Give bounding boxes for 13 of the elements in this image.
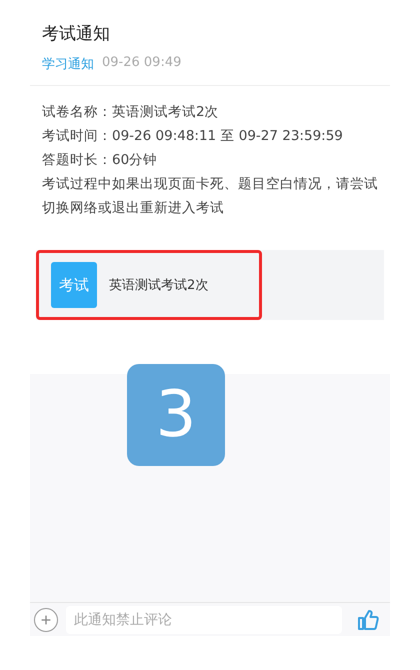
exam-badge: 考试: [51, 262, 97, 308]
attachment-name: 英语测试考试2次: [109, 277, 208, 294]
notice-title: 考试通知: [42, 23, 111, 45]
detail-line: 试卷名称：英语测试考试2次: [42, 103, 220, 122]
category-link[interactable]: 学习通知: [42, 55, 94, 73]
notice-time: 09-26 09:49: [102, 55, 182, 72]
plus-button[interactable]: +: [34, 608, 58, 632]
detail-line: 考试过程中如果出现页面卡死、题目空白情况，请尝试切换网络或退出重新进入考试: [42, 175, 378, 218]
step-marker: 3: [127, 364, 225, 466]
detail-line: 答题时长：60分钟: [42, 151, 158, 170]
thumbs-up-icon[interactable]: [356, 608, 380, 632]
detail-line: 考试时间：09-26 09:48:11 至 09-27 23:59:59: [42, 127, 344, 146]
attachment-card[interactable]: 考试 英语测试考试2次: [36, 250, 384, 320]
